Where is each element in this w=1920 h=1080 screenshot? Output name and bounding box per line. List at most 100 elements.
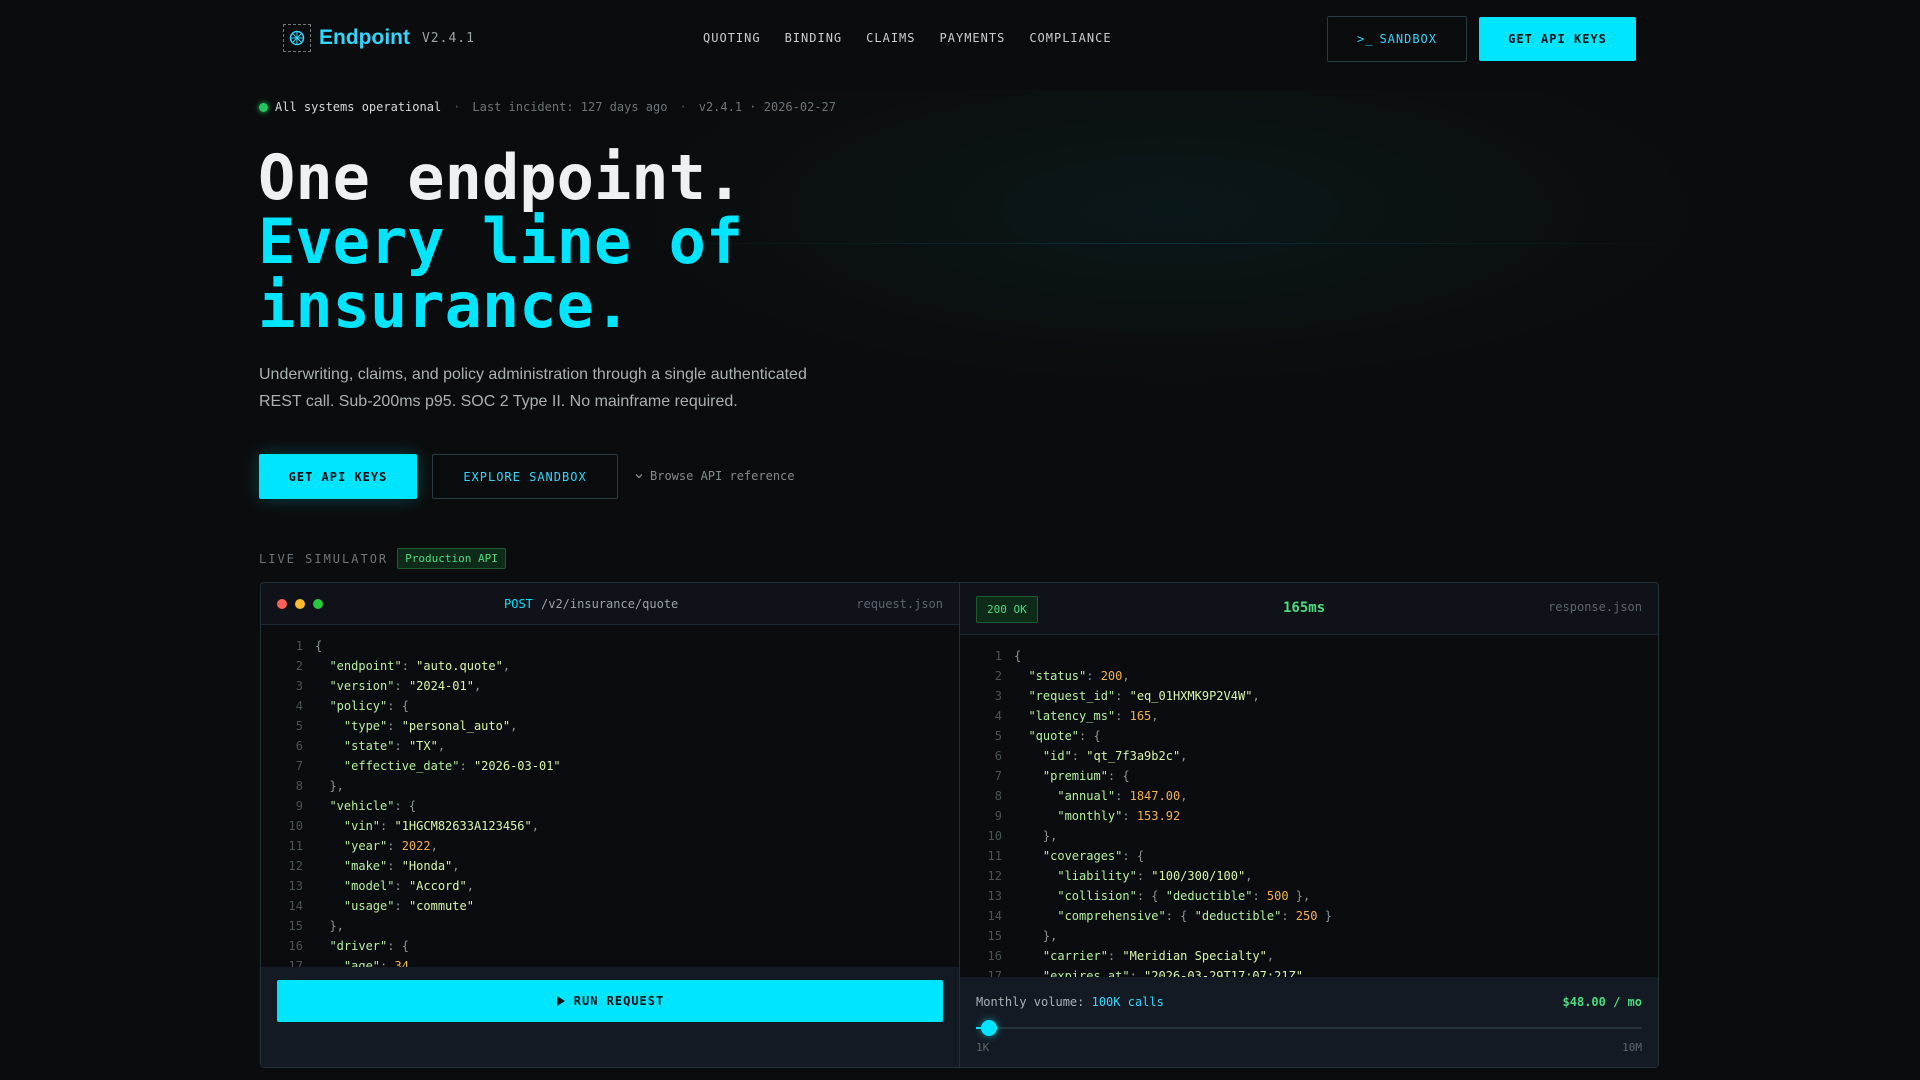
code-token: : [394, 739, 409, 753]
code-line: 15 }, [261, 919, 344, 939]
code-token: }, [1014, 829, 1058, 843]
code-text: "latency_ms": 165, [1002, 709, 1159, 729]
code-text: "version": "2024-01", [303, 679, 481, 699]
code-token: }, [1288, 889, 1311, 903]
status-release: v2.4.1 · 2026-02-27 [698, 100, 836, 114]
code-token: "expires_at" [1014, 969, 1130, 977]
code-token: "vehicle" [315, 799, 395, 813]
get-api-keys-hero-button[interactable]: GET API KEYS [259, 454, 417, 499]
code-line: 9 "monthly": 153.92 [960, 809, 1180, 829]
status-separator: · [679, 100, 687, 114]
code-token: "premium" [1014, 769, 1108, 783]
code-token: : [1115, 689, 1130, 703]
code-text: "vehicle": { [303, 799, 416, 819]
code-token: }, [315, 919, 344, 933]
code-text: "usage": "commute" [303, 899, 474, 919]
request-path: /v2/insurance/quote [541, 597, 679, 611]
code-text: }, [303, 919, 344, 939]
status-operational: All systems operational [275, 100, 442, 114]
code-token: , [1151, 709, 1159, 723]
code-line: 4 "latency_ms": 165, [960, 709, 1159, 729]
simulator-header: LIVE SIMULATOR Production API [259, 548, 506, 569]
code-line: 13 "collision": { "deductible": 500 }, [960, 889, 1311, 909]
code-token: "Accord" [408, 879, 467, 893]
code-token: , [531, 819, 539, 833]
code-text: "premium": { [1002, 769, 1130, 789]
code-token: , [437, 739, 446, 753]
line-number: 3 [295, 679, 303, 693]
volume-slider-handle[interactable] [981, 1020, 998, 1036]
line-number: 11 [288, 839, 303, 853]
code-token: "status" [1014, 669, 1087, 683]
code-token: 1847.00 [1129, 789, 1181, 803]
request-code-editor[interactable]: 1{2 "endpoint": "auto.quote", 3 "version"… [261, 625, 959, 967]
code-token: , [473, 679, 482, 693]
sandbox-button[interactable]: >_ SANDBOX [1327, 16, 1467, 62]
code-line: 2 "endpoint": "auto.quote", [261, 659, 510, 679]
nav-link-payments[interactable]: PAYMENTS [940, 31, 1006, 45]
sandbox-button-label: SANDBOX [1379, 32, 1438, 46]
code-token: 165 [1129, 709, 1152, 723]
code-token: : [459, 759, 474, 773]
code-token: : { [1136, 889, 1166, 903]
code-token: : { [387, 939, 409, 953]
line-number: 2 [994, 669, 1002, 683]
code-token: "policy" [315, 699, 388, 713]
code-token: : [1115, 789, 1130, 803]
code-token: : [1252, 889, 1267, 903]
code-token: : [394, 679, 409, 693]
code-text: "model": "Accord", [303, 879, 474, 899]
code-text: "quote": { [1002, 729, 1100, 749]
code-token: : [387, 859, 402, 873]
brand-name: Endpoint [319, 26, 410, 49]
code-token: "coverages" [1014, 849, 1123, 863]
volume-slider[interactable] [976, 1020, 1642, 1036]
nav-link-quoting[interactable]: QUOTING [703, 31, 761, 45]
line-number: 5 [295, 719, 303, 733]
code-token: "annual" [1014, 789, 1116, 803]
nav-link-claims[interactable]: CLAIMS [866, 31, 915, 45]
code-token: : { [1107, 769, 1130, 783]
code-text: "annual": 1847.00, [1002, 789, 1187, 809]
code-token: "latency_ms" [1014, 709, 1116, 723]
code-text: }, [1002, 829, 1057, 849]
code-token: , [502, 659, 511, 673]
response-file-tab[interactable]: response.json [1548, 600, 1642, 614]
explore-sandbox-button[interactable]: EXPLORE SANDBOX [432, 454, 618, 499]
nav-link-binding[interactable]: BINDING [785, 31, 843, 45]
code-token: "usage" [315, 899, 395, 913]
line-number: 9 [295, 799, 303, 813]
line-number: 10 [288, 819, 303, 833]
code-token: : [1115, 709, 1130, 723]
code-text: "year": 2022, [303, 839, 438, 859]
nav-link-compliance[interactable]: COMPLIANCE [1029, 31, 1111, 45]
browse-api-reference-link[interactable]: Browse API reference [634, 469, 795, 483]
primary-nav: QUOTING BINDING CLAIMS PAYMENTS COMPLIAN… [703, 31, 1112, 45]
code-line: 10 "vin": "1HGCM82633A123456", [261, 819, 539, 839]
status-last-incident: Last incident: 127 days ago [472, 100, 668, 114]
code-token: : [1107, 949, 1123, 963]
code-text: "age": 34, [303, 959, 416, 967]
code-text: "policy": { [303, 699, 409, 719]
line-number: 7 [994, 769, 1002, 783]
brand-logo[interactable]: Endpoint V2.4.1 [283, 24, 475, 52]
code-token: , [510, 719, 518, 733]
code-token: "vin" [315, 819, 381, 833]
code-token: { [1014, 649, 1022, 663]
code-line: 5 "quote": { [960, 729, 1101, 749]
run-request-button[interactable]: RUN REQUEST [277, 980, 943, 1022]
line-number: 14 [288, 899, 303, 913]
code-line: 1{ [960, 649, 1021, 669]
request-file-tab[interactable]: request.json [856, 597, 943, 611]
pricing-calculator: Monthly volume: 100K calls $48.00 / mo 1… [960, 977, 1658, 1067]
code-token: "state" [315, 739, 395, 753]
code-token: "eq_01HXMK9P2V4W" [1129, 689, 1253, 703]
code-token: , [1180, 789, 1188, 803]
line-number: 1 [994, 649, 1002, 663]
play-icon [556, 996, 565, 1006]
system-status-bar: All systems operational · Last incident:… [259, 100, 836, 114]
code-token: "id" [1014, 749, 1072, 763]
line-number: 14 [987, 909, 1002, 923]
get-api-keys-nav-button[interactable]: GET API KEYS [1479, 17, 1636, 61]
terminal-icon: >_ [1356, 32, 1374, 46]
